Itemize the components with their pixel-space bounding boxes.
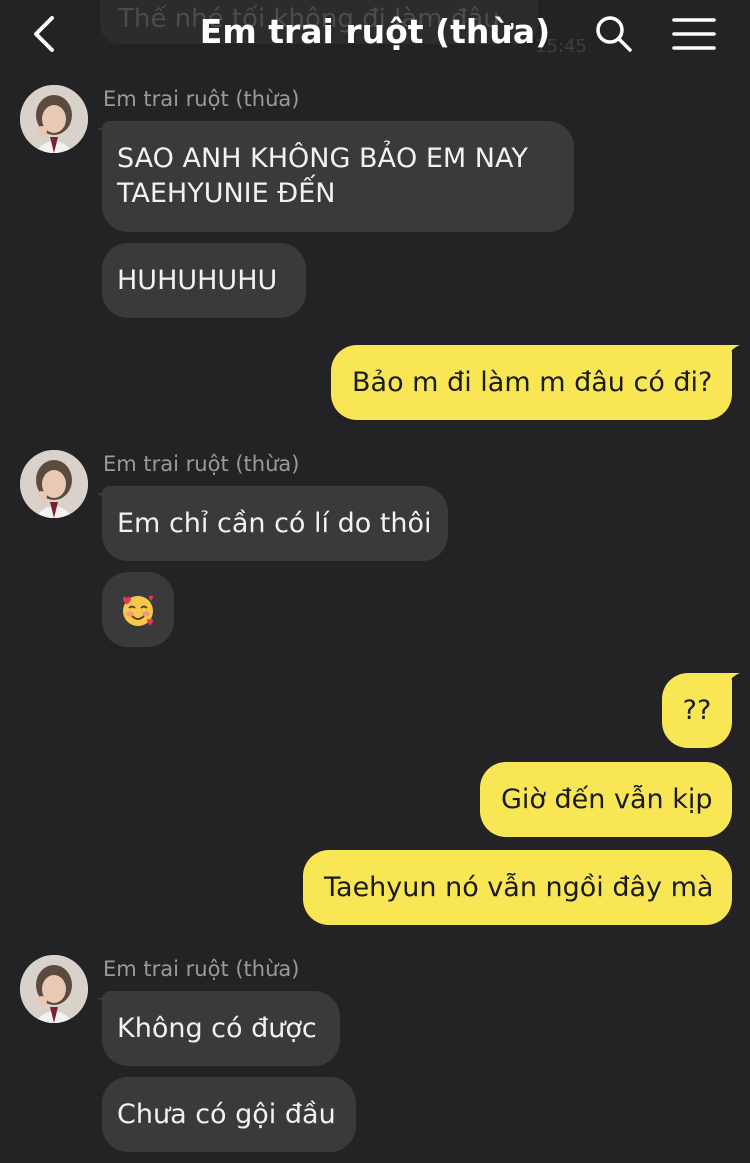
incoming-message[interactable]: SAO ANH KHÔNG BẢO EM NAY TAEHYUNIE ĐẾN [102, 121, 574, 232]
previous-message-preview: Thế nhé tối không đi làm đâu [100, 0, 538, 44]
outgoing-message[interactable]: ?? [662, 673, 732, 748]
outgoing-message[interactable]: Taehyun nó vẫn ngồi đây mà [303, 850, 732, 925]
contact-avatar[interactable] [20, 450, 88, 518]
incoming-emoji-message[interactable] [102, 572, 174, 647]
bubble-tail [726, 345, 740, 359]
chat-header: Thế nhé tối không đi làm đâu 15:45 Em tr… [0, 0, 750, 68]
chevron-left-icon [34, 16, 54, 52]
incoming-message[interactable]: Em chỉ cần có lí do thôi [102, 486, 448, 561]
menu-icon [672, 18, 716, 50]
sender-name: Em trai ruột (thừa) [103, 452, 300, 476]
search-button[interactable] [594, 14, 634, 54]
search-icon [596, 16, 632, 52]
outgoing-message[interactable]: Giờ đến vẫn kịp [480, 762, 732, 837]
contact-avatar[interactable] [20, 955, 88, 1023]
back-button[interactable] [28, 14, 64, 54]
sender-name: Em trai ruột (thừa) [103, 87, 300, 111]
bubble-tail [726, 673, 740, 687]
previous-message-time: 15:45 [535, 36, 587, 57]
incoming-message[interactable]: Không có được [102, 991, 340, 1066]
smiling-face-with-hearts-icon [123, 595, 153, 626]
contact-avatar[interactable] [20, 85, 88, 153]
sender-name: Em trai ruột (thừa) [103, 957, 300, 981]
incoming-message[interactable]: Chưa có gội đầu [102, 1077, 356, 1152]
incoming-message[interactable]: HUHUHUHU [102, 243, 306, 318]
menu-button[interactable] [672, 16, 716, 52]
outgoing-message[interactable]: Bảo m đi làm m đâu có đi? [331, 345, 732, 420]
